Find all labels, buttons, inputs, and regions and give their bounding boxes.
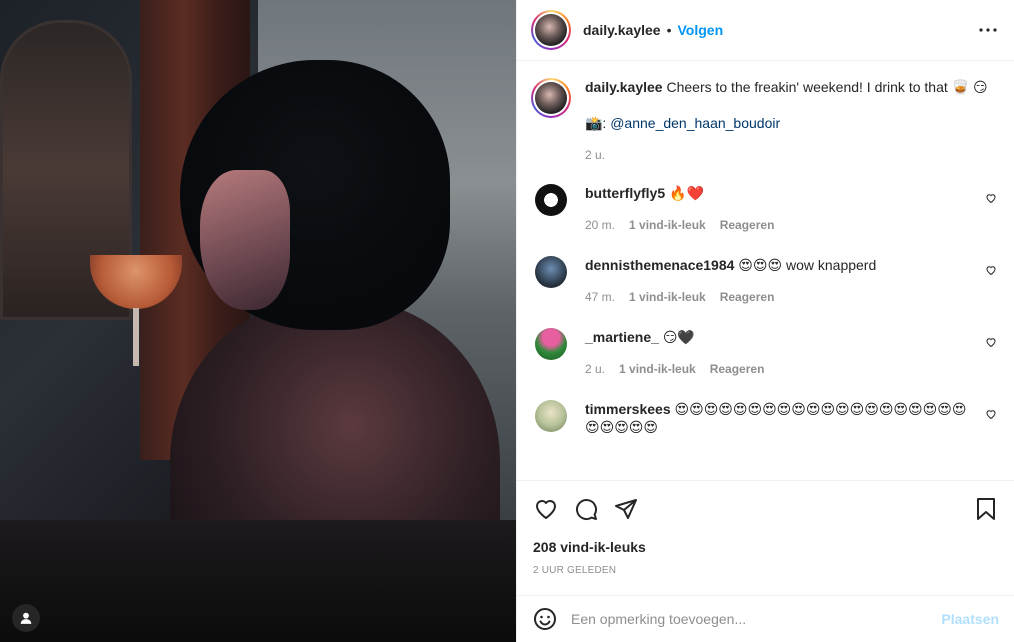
comment-likes[interactable]: 1 vind-ik-leuk [629,288,706,306]
comment-likes[interactable]: 1 vind-ik-leuk [619,360,696,378]
emoji-smiley-icon[interactable] [533,607,557,631]
post-actions: 208 vind-ik-leuks 2 UUR GELEDEN [517,480,1014,576]
like-comment-heart-icon[interactable] [985,264,997,276]
comment-username[interactable]: timmerskees [585,401,671,417]
comment-avatar[interactable] [535,184,567,216]
caption-time[interactable]: 2 u. [585,146,995,164]
post-comment-button[interactable]: Plaatsen [941,611,999,627]
post-date[interactable]: 2 UUR GELEDEN [533,565,999,576]
add-comment-bar: Plaatsen [517,595,1014,642]
comment-avatar[interactable] [535,328,567,360]
comment-username[interactable]: _martiene_ [585,329,659,345]
like-count[interactable]: 208 vind-ik-leuks [533,539,999,555]
like-heart-icon[interactable] [533,496,559,522]
comment-item: dennisthemenace1984 😍😍😍 wow knapperd 47 … [531,256,1001,306]
comment-time[interactable]: 2 u. [585,360,605,378]
comment-username[interactable]: butterflyfly5 [585,185,665,201]
caption-avatar[interactable] [531,78,571,118]
separator-dot: • [666,22,672,38]
like-comment-heart-icon[interactable] [985,408,997,420]
comment-item: timmerskees 😍😍😍😍😍😍😍😍😍😍😍😍😍😍😍😍😍😍😍😍😍😍😍😍😍 [531,400,1001,436]
comments-list[interactable]: daily.kaylee Cheers to the freakin' week… [517,62,1014,480]
more-options-icon[interactable] [976,18,1000,42]
comment-time[interactable]: 47 m. [585,288,615,306]
comment-item: butterflyfly5 🔥❤️ 20 m. 1 vind-ik-leuk R… [531,184,1001,234]
post-photo[interactable] [0,0,516,642]
share-paper-plane-icon[interactable] [613,496,639,522]
photo-subject-face [200,170,290,310]
caption: daily.kaylee Cheers to the freakin' week… [531,78,1001,164]
caption-credit-link[interactable]: @anne_den_haan_boudoir [610,115,780,131]
post-side-panel: daily.kaylee • Volgen daily.kaylee Cheer… [516,0,1014,642]
caption-text: Cheers to the freakin' weekend! I drink … [666,79,988,95]
comment-likes[interactable]: 1 vind-ik-leuk [629,216,706,234]
photo-glass-stem [133,308,139,366]
tagged-users-button[interactable] [12,604,40,632]
comment-bubble-icon[interactable] [573,496,599,522]
author-username[interactable]: daily.kaylee [583,22,661,38]
comment-input[interactable] [571,611,942,627]
author-avatar[interactable] [531,10,571,50]
comment-avatar[interactable] [535,400,567,432]
comment-text: 🔥❤️ [669,185,704,201]
comment-item: _martiene_ 😏🖤 2 u. 1 vind-ik-leuk Reager… [531,328,1001,378]
reply-button[interactable]: Reageren [710,360,765,378]
post-header: daily.kaylee • Volgen [517,0,1014,61]
comment-avatar[interactable] [535,256,567,288]
caption-credit-prefix: 📸: [585,115,611,131]
reply-button[interactable]: Reageren [720,288,775,306]
comment-text: 😏🖤 [662,329,695,345]
like-comment-heart-icon[interactable] [985,192,997,204]
user-icon [20,612,32,624]
comment-text: 😍😍😍 wow knapperd [738,257,877,273]
comment-username[interactable]: dennisthemenace1984 [585,257,734,273]
like-comment-heart-icon[interactable] [985,336,997,348]
save-bookmark-icon[interactable] [973,496,999,522]
comment-time[interactable]: 20 m. [585,216,615,234]
reply-button[interactable]: Reageren [720,216,775,234]
photo-table [0,520,516,642]
follow-button[interactable]: Volgen [677,22,723,38]
caption-username[interactable]: daily.kaylee [585,79,663,95]
